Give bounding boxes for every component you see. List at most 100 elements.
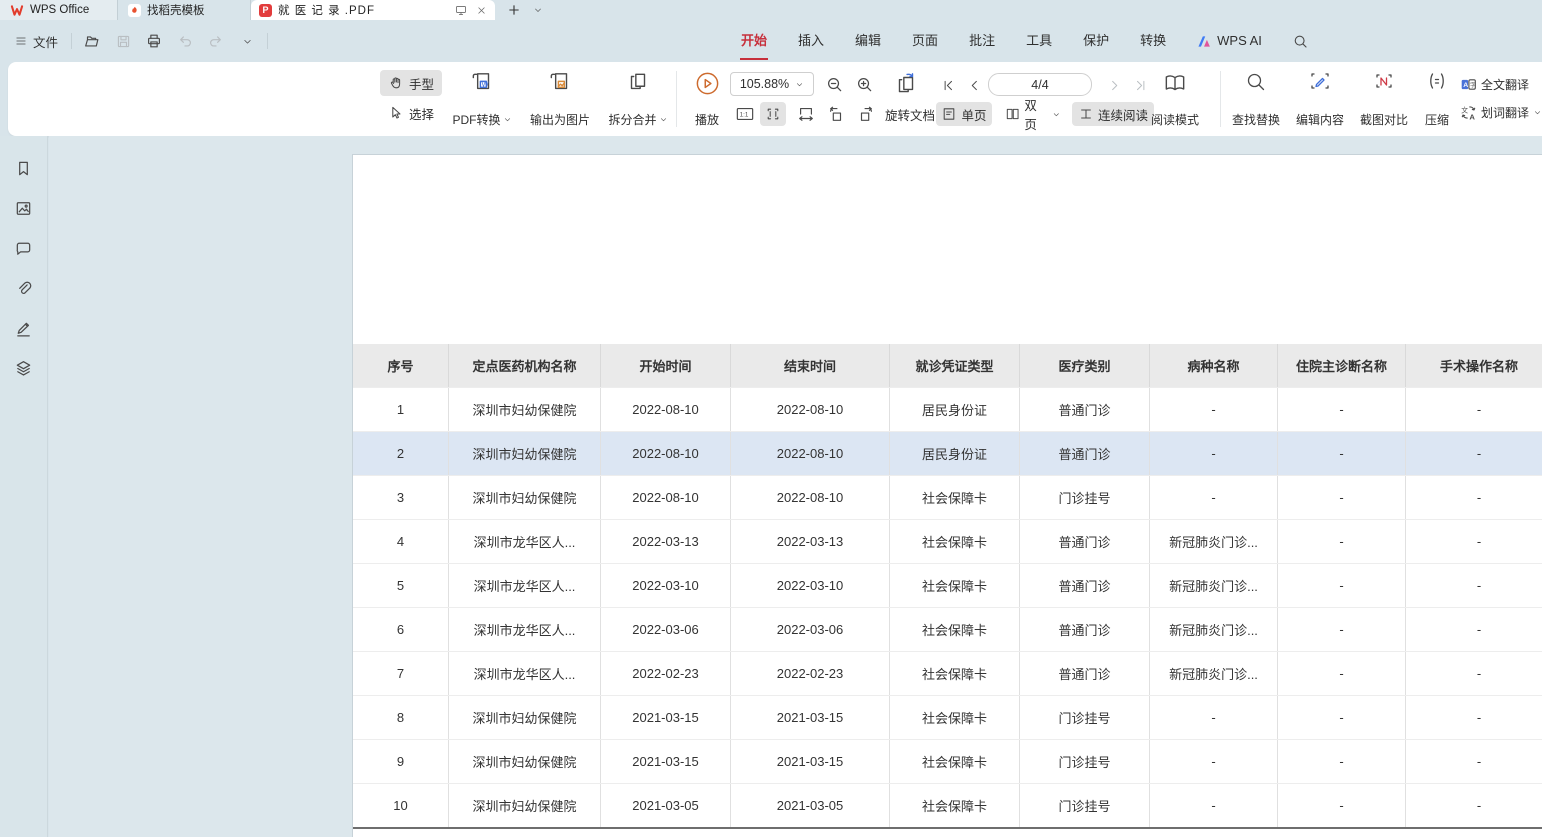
table-cell: 居民身份证 xyxy=(890,388,1020,431)
next-page-button[interactable] xyxy=(1102,73,1126,97)
monitor-icon[interactable] xyxy=(454,4,468,17)
menu-item-insert[interactable]: 插入 xyxy=(797,22,825,60)
table-cell: - xyxy=(1406,652,1542,695)
tab-list-chevron-icon[interactable] xyxy=(533,5,543,15)
fit-width-button[interactable] xyxy=(760,102,786,126)
word-translate-button[interactable]: 文A 划词翻译 xyxy=(1460,104,1542,121)
fit-page-button[interactable] xyxy=(792,102,820,126)
table-cell: - xyxy=(1278,652,1406,695)
menu-search-icon[interactable] xyxy=(1292,33,1309,50)
wps-logo-icon xyxy=(10,4,24,17)
continuous-reading-button[interactable]: 连续阅读 xyxy=(1072,102,1154,126)
reading-mode-button[interactable]: 阅读模式 xyxy=(1144,70,1206,128)
tab-document-active[interactable]: P 就 医 记 录 .PDF xyxy=(251,0,495,20)
table-cell: - xyxy=(1278,696,1406,739)
zoom-in-button[interactable] xyxy=(852,72,876,96)
print-icon xyxy=(145,32,163,50)
menu-item-page[interactable]: 页面 xyxy=(911,22,939,60)
quick-access-chevron[interactable] xyxy=(236,30,258,52)
export-image-button[interactable]: 输出为图片 xyxy=(520,70,600,128)
prev-page-button[interactable] xyxy=(962,73,986,97)
play-icon xyxy=(694,70,721,97)
menu-item-home[interactable]: 开始 xyxy=(740,22,768,60)
select-tool-button[interactable]: 选择 xyxy=(380,100,442,126)
full-text-translate-button[interactable]: A字 全文翻译 xyxy=(1460,76,1529,93)
close-icon[interactable] xyxy=(476,5,487,16)
menu-item-protect[interactable]: 保护 xyxy=(1082,22,1110,60)
prev-page-icon xyxy=(967,78,982,93)
tab-wps-office[interactable]: WPS Office xyxy=(0,0,118,20)
comment-panel-button[interactable] xyxy=(12,238,36,258)
undo-icon xyxy=(176,32,194,50)
edit-content-icon xyxy=(1308,70,1332,94)
table-cell: 深圳市妇幼保健院 xyxy=(449,388,601,431)
edit-content-button[interactable]: 编辑内容 xyxy=(1288,70,1352,128)
table-header-cell: 定点医药机构名称 xyxy=(449,344,601,387)
split-merge-button[interactable]: 拆分合并 xyxy=(600,70,676,128)
screenshot-compare-button[interactable]: 截图对比 xyxy=(1352,70,1416,128)
zoom-out-button[interactable] xyxy=(822,72,846,96)
full-translate-icon: A字 xyxy=(1460,76,1477,93)
table-cell: 普通门诊 xyxy=(1020,652,1150,695)
single-page-button[interactable]: 单页 xyxy=(936,102,992,126)
table-cell: 社会保障卡 xyxy=(890,520,1020,563)
menu-item-convert[interactable]: 转换 xyxy=(1139,22,1167,60)
table-cell: 社会保障卡 xyxy=(890,608,1020,651)
zoom-out-icon xyxy=(825,75,844,94)
rotate-document-label[interactable]: 旋转文档 xyxy=(880,102,940,126)
svg-text:W: W xyxy=(481,80,489,89)
compress-button[interactable]: 压缩 xyxy=(1414,70,1460,128)
file-menu-button[interactable]: 文件 xyxy=(10,29,62,54)
attachment-panel-button[interactable] xyxy=(12,278,36,298)
pdf-page[interactable]: 序号定点医药机构名称开始时间结束时间就诊凭证类型医疗类别病种名称住院主诊断名称手… xyxy=(352,154,1542,837)
table-cell: 9 xyxy=(353,740,449,783)
save-icon xyxy=(115,33,132,50)
chevron-down-icon xyxy=(1533,108,1542,117)
rotate-left-button[interactable] xyxy=(822,102,850,126)
screenshot-compare-icon xyxy=(1372,70,1396,94)
bookmark-panel-button[interactable] xyxy=(12,158,36,178)
new-tab-plus-icon[interactable] xyxy=(507,3,521,17)
zoom-level-select[interactable]: 105.88% xyxy=(730,72,814,96)
hand-tool-button[interactable]: 手型 xyxy=(380,70,442,96)
table-cell: 深圳市龙华区人... xyxy=(449,652,601,695)
save-button[interactable] xyxy=(112,30,134,52)
pdf-convert-icon: W xyxy=(469,70,495,96)
table-cell: - xyxy=(1278,784,1406,827)
actual-size-button[interactable]: 1:1 xyxy=(730,102,760,126)
undo-button[interactable] xyxy=(174,30,196,52)
table-cell: 深圳市妇幼保健院 xyxy=(449,740,601,783)
document-view-area[interactable]: 序号定点医药机构名称开始时间结束时间就诊凭证类型医疗类别病种名称住院主诊断名称手… xyxy=(49,136,1542,837)
menu-item-tools[interactable]: 工具 xyxy=(1025,22,1053,60)
first-page-button[interactable] xyxy=(936,73,960,97)
menu-item-annotate[interactable]: 批注 xyxy=(968,22,996,60)
pdf-file-icon: P xyxy=(259,4,272,17)
menu-item-wps-ai[interactable]: WPS AI xyxy=(1196,22,1263,60)
table-cell: 2022-08-10 xyxy=(731,388,890,431)
thumbnail-panel-button[interactable] xyxy=(12,198,36,218)
rotate-left-icon xyxy=(827,105,845,123)
table-cell: 门诊挂号 xyxy=(1020,696,1150,739)
table-cell: 社会保障卡 xyxy=(890,740,1020,783)
table-cell: - xyxy=(1278,388,1406,431)
print-button[interactable] xyxy=(143,30,165,52)
zoom-in-icon xyxy=(855,75,874,94)
table-cell: - xyxy=(1406,784,1542,827)
find-replace-button[interactable]: 查找替换 xyxy=(1224,70,1288,128)
menu-item-edit[interactable]: 编辑 xyxy=(854,22,882,60)
rotate-right-button[interactable] xyxy=(852,102,880,126)
rotate-pages-button[interactable] xyxy=(892,70,920,98)
redo-button[interactable] xyxy=(205,30,227,52)
pdf-convert-label: PDF转换 xyxy=(452,111,500,128)
open-folder-button[interactable] xyxy=(81,30,103,52)
layers-panel-button[interactable] xyxy=(12,358,36,378)
table-cell: - xyxy=(1406,432,1542,475)
page-indicator-input[interactable]: 4/4 xyxy=(988,73,1092,96)
pdf-convert-button[interactable]: W PDF转换 xyxy=(444,70,520,128)
tab-docer-templates[interactable]: 找稻壳模板 xyxy=(118,0,251,20)
play-button[interactable]: 播放 xyxy=(684,70,730,128)
table-cell: 居民身份证 xyxy=(890,432,1020,475)
double-page-button[interactable]: 双页 xyxy=(1000,102,1066,126)
signature-panel-button[interactable] xyxy=(12,318,36,338)
tab-label: WPS Office xyxy=(30,4,89,16)
